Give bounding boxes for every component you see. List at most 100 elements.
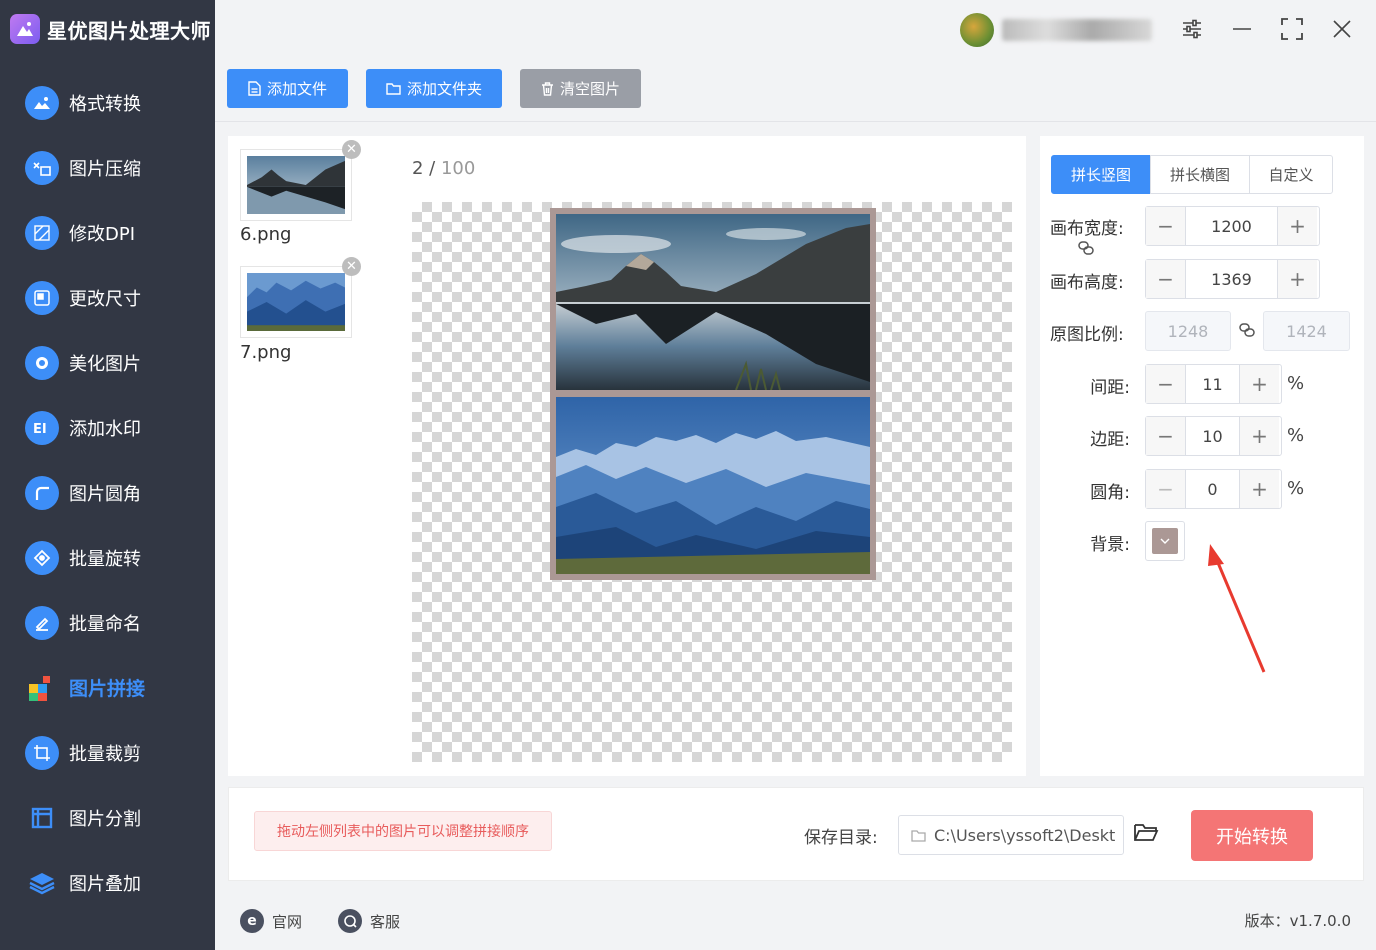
increase-button[interactable]: + (1277, 260, 1317, 298)
minimize-icon[interactable] (1228, 15, 1256, 43)
puzzle-icon (25, 671, 59, 705)
add-file-button[interactable]: 添加文件 (227, 69, 348, 108)
background-color-picker[interactable] (1145, 521, 1185, 561)
sidebar-item-label: 批量裁剪 (69, 743, 141, 765)
sidebar-item-label: 格式转换 (69, 93, 141, 115)
beautify-icon (25, 345, 59, 380)
canvas-height-stepper[interactable]: − 1369 + (1145, 259, 1320, 299)
clear-images-button[interactable]: 清空图片 (520, 69, 641, 108)
sidebar-item-label: 图片拼接 (69, 678, 146, 700)
canvas-height-value[interactable]: 1369 (1186, 260, 1277, 298)
settings-sliders-icon[interactable] (1178, 15, 1206, 43)
decrease-button[interactable]: − (1146, 470, 1186, 508)
add-file-label: 添加文件 (266, 80, 327, 98)
watermark-icon: EI (25, 410, 59, 445)
tab-vertical[interactable]: 拼长竖图 (1051, 155, 1151, 194)
remove-file-icon[interactable]: ✕ (342, 140, 361, 159)
reorder-hint: 拖动左侧列表中的图片可以调整拼接顺序 (254, 811, 552, 851)
file-thumbnail[interactable]: ✕ (240, 257, 361, 338)
add-folder-label: 添加文件夹 (406, 80, 482, 98)
app-logo-icon (10, 14, 40, 44)
sidebar-item-label: 修改DPI (69, 223, 136, 245)
tab-custom[interactable]: 自定义 (1249, 155, 1333, 194)
margin-percent: % (1287, 425, 1305, 446)
save-path-input[interactable]: C:\Users\yssoft2\Deskt (898, 815, 1124, 855)
remove-file-icon[interactable]: ✕ (342, 257, 361, 276)
margin-label: 边距: (1090, 430, 1130, 450)
spacing-value[interactable]: 11 (1186, 365, 1239, 403)
spacing-stepper[interactable]: − 11 + (1145, 364, 1282, 404)
version-text: 版本：v1.7.0.0 (1244, 912, 1351, 930)
add-folder-button[interactable]: 添加文件夹 (366, 69, 502, 108)
decrease-button[interactable]: − (1146, 260, 1186, 298)
sidebar-item-13[interactable]: 图片叠加 (0, 850, 215, 915)
tab-horizontal[interactable]: 拼长横图 (1150, 155, 1250, 194)
start-convert-button[interactable]: 开始转换 (1191, 810, 1313, 861)
user-account[interactable] (960, 13, 1152, 47)
round-corner-icon (25, 475, 59, 510)
margin-stepper[interactable]: − 10 + (1145, 416, 1282, 456)
sidebar-item-12[interactable]: 图片分割 (0, 785, 215, 850)
radius-value[interactable]: 0 (1186, 470, 1239, 508)
sidebar-item-3[interactable]: 修改DPI (0, 200, 215, 265)
chat-icon (338, 909, 362, 933)
file-name: 7.png (240, 342, 292, 363)
sidebar-item-1[interactable]: 格式转换 (0, 70, 215, 135)
sidebar-item-5[interactable]: 美化图片 (0, 330, 215, 395)
footer: e 官网 客服 版本：v1.7.0.0 (215, 893, 1376, 950)
canvas-width-stepper[interactable]: − 1200 + (1145, 206, 1320, 246)
layers-icon (25, 866, 59, 900)
dpi-icon (25, 215, 59, 250)
sidebar-item-9[interactable]: 批量命名 (0, 590, 215, 655)
blue-mountains-image (556, 397, 870, 574)
file-icon (248, 81, 261, 96)
ratio-link-icon (1238, 321, 1256, 343)
decrease-button[interactable]: − (1146, 417, 1186, 455)
settings-panel: 拼长竖图 拼长横图 自定义 画布宽度: − 1200 + 画布高度: − 136… (1040, 136, 1364, 776)
link-chain-icon[interactable] (1077, 239, 1095, 261)
close-icon[interactable] (1328, 15, 1356, 43)
user-name-blurred (1002, 19, 1152, 41)
sidebar-item-label: 添加水印 (69, 418, 141, 440)
current-page: 2 (412, 158, 424, 179)
margin-value[interactable]: 10 (1186, 417, 1239, 455)
sidebar-item-2[interactable]: 图片压缩 (0, 135, 215, 200)
increase-button[interactable]: + (1277, 207, 1317, 245)
layout-tabs: 拼长竖图 拼长横图 自定义 (1051, 155, 1333, 194)
sidebar-item-10[interactable]: 图片拼接 (0, 655, 215, 720)
collage-preview (550, 208, 876, 580)
sidebar-item-7[interactable]: 图片圆角 (0, 460, 215, 525)
sidebar-item-8[interactable]: 批量旋转 (0, 525, 215, 590)
avatar[interactable] (960, 13, 994, 47)
toolbar: 添加文件 添加文件夹 清空图片 (215, 58, 1376, 122)
increase-button[interactable]: + (1239, 417, 1279, 455)
sidebar-item-label: 更改尺寸 (69, 288, 141, 310)
save-path-value: C:\Users\yssoft2\Deskt (934, 825, 1116, 845)
sidebar-item-label: 图片圆角 (69, 483, 141, 505)
sidebar-item-label: 图片分割 (69, 808, 141, 830)
sidebar-item-11[interactable]: 批量裁剪 (0, 720, 215, 785)
support-link[interactable]: 客服 (338, 909, 400, 933)
ratio-width-field: 1248 (1145, 311, 1231, 351)
support-label: 客服 (370, 912, 401, 931)
sidebar-item-label: 批量命名 (69, 613, 141, 635)
sidebar-item-6[interactable]: EI 添加水印 (0, 395, 215, 460)
maximize-icon[interactable] (1278, 15, 1306, 43)
canvas-width-value[interactable]: 1200 (1186, 207, 1277, 245)
collage-spacing (556, 390, 870, 397)
background-color-swatch (1152, 528, 1178, 554)
website-link[interactable]: e 官网 (240, 909, 302, 933)
radius-stepper[interactable]: − 0 + (1145, 469, 1282, 509)
browser-e-icon: e (240, 909, 264, 933)
decrease-button[interactable]: − (1146, 207, 1186, 245)
increase-button[interactable]: + (1239, 470, 1279, 508)
decrease-button[interactable]: − (1146, 365, 1186, 403)
sidebar-item-4[interactable]: 更改尺寸 (0, 265, 215, 330)
mountain-thumbnail-image (247, 273, 345, 331)
browse-folder-icon[interactable] (1133, 821, 1159, 847)
increase-button[interactable]: + (1239, 365, 1279, 403)
page-separator: / (423, 158, 441, 179)
spacing-percent: % (1287, 373, 1305, 394)
file-thumbnail[interactable]: ✕ (240, 140, 361, 221)
folder-icon (386, 83, 401, 95)
